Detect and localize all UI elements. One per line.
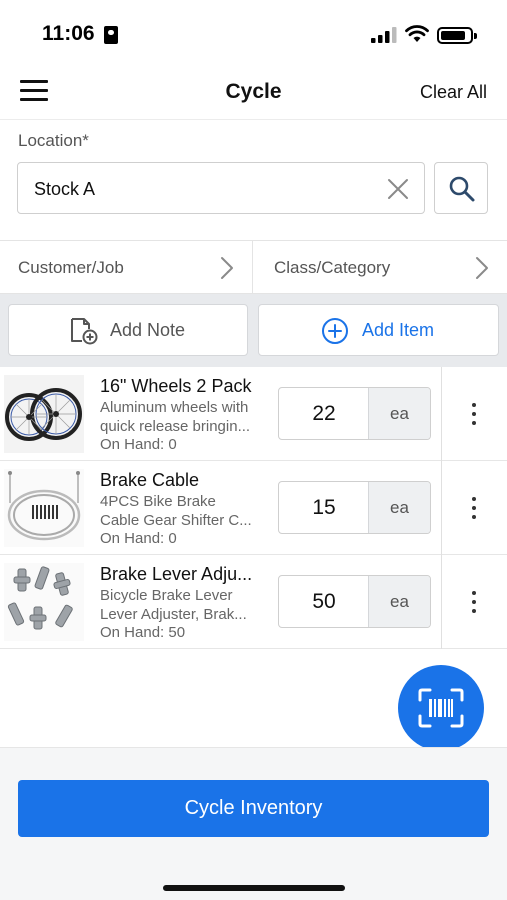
list-item[interactable]: Brake Cable 4PCS Bike Brake Cable Gear S… — [0, 461, 507, 555]
quantity-field[interactable]: 22 ea — [278, 387, 431, 440]
brake-cable-image — [4, 469, 84, 547]
item-on-hand: On Hand: 0 — [100, 530, 177, 547]
battery-icon — [437, 27, 477, 44]
clear-all-button[interactable]: Clear All — [420, 82, 487, 103]
unit-label: ea — [368, 482, 430, 533]
more-options-icon[interactable] — [466, 497, 482, 521]
item-on-hand: On Hand: 50 — [100, 624, 186, 641]
selector-row: Customer/Job Class/Category — [0, 240, 507, 295]
more-options-icon[interactable] — [466, 403, 482, 427]
item-on-hand: On Hand: 0 — [100, 436, 177, 453]
class-category-selector[interactable]: Class/Category — [254, 241, 507, 295]
item-description: Bicycle Brake Lever Lever Adjuster, Brak… — [100, 586, 270, 624]
add-item-button[interactable]: Add Item — [258, 304, 499, 356]
scan-barcode-button[interactable] — [398, 665, 484, 751]
item-description-line: Aluminum wheels with — [100, 399, 249, 416]
item-description: 4PCS Bike Brake Cable Gear Shifter C... — [100, 492, 270, 530]
item-description: Aluminum wheels with quick release bring… — [100, 398, 270, 436]
quantity-input[interactable]: 50 — [279, 576, 369, 627]
footer: Cycle Inventory — [0, 747, 507, 900]
chevron-right-icon — [476, 257, 488, 279]
status-time: 11:06 — [42, 22, 95, 45]
cellular-signal-icon — [371, 27, 397, 43]
location-input[interactable]: Stock A — [17, 162, 425, 214]
item-name: 16" Wheels 2 Pack — [100, 376, 252, 396]
location-value: Stock A — [34, 179, 96, 199]
wifi-icon — [405, 25, 429, 42]
item-description-line: Lever Adjuster, Brak... — [100, 606, 247, 623]
quantity-field[interactable]: 15 ea — [278, 481, 431, 534]
divider — [441, 367, 442, 461]
status-bar: 11:06 — [0, 0, 507, 62]
add-item-label: Add Item — [362, 320, 435, 340]
item-name: Brake Lever Adju... — [100, 564, 253, 584]
lever-adjuster-image — [4, 563, 84, 641]
unit-label: ea — [368, 388, 430, 439]
list-item[interactable]: Brake Lever Adju... Bicycle Brake Lever … — [0, 555, 507, 649]
class-category-label: Class/Category — [274, 258, 391, 277]
search-icon — [449, 176, 475, 202]
item-description-line: Cable Gear Shifter C... — [100, 512, 252, 529]
customer-job-selector[interactable]: Customer/Job — [0, 241, 253, 295]
more-options-icon[interactable] — [466, 591, 482, 615]
home-indicator[interactable] — [163, 885, 345, 891]
clear-icon[interactable] — [386, 177, 410, 201]
app-header: Cycle Clear All — [0, 62, 507, 120]
add-note-button[interactable]: Add Note — [8, 304, 248, 356]
add-note-icon — [71, 318, 98, 345]
bike-wheels-image — [4, 375, 84, 453]
quantity-field[interactable]: 50 ea — [278, 575, 431, 628]
item-name: Brake Cable — [100, 470, 200, 490]
list-item[interactable]: 16" Wheels 2 Pack Aluminum wheels with q… — [0, 367, 507, 461]
item-description-line: 4PCS Bike Brake — [100, 493, 216, 510]
divider — [441, 555, 442, 649]
action-bar: Add Note Add Item — [0, 294, 507, 367]
cycle-inventory-button[interactable]: Cycle Inventory — [18, 780, 489, 837]
item-description-line: Bicycle Brake Lever — [100, 587, 233, 604]
item-description-line: quick release bringin... — [100, 418, 251, 435]
barcode-scan-icon — [418, 688, 464, 728]
quantity-input[interactable]: 22 — [279, 388, 369, 439]
quantity-input[interactable]: 15 — [279, 482, 369, 533]
location-search-button[interactable] — [434, 162, 488, 214]
chevron-right-icon — [221, 257, 233, 279]
customer-job-label: Customer/Job — [18, 258, 124, 277]
id-card-icon — [104, 26, 118, 44]
divider — [441, 461, 442, 555]
unit-label: ea — [368, 576, 430, 627]
add-note-label: Add Note — [110, 320, 186, 340]
plus-circle-icon — [322, 318, 348, 344]
location-label: Location* — [18, 131, 89, 150]
